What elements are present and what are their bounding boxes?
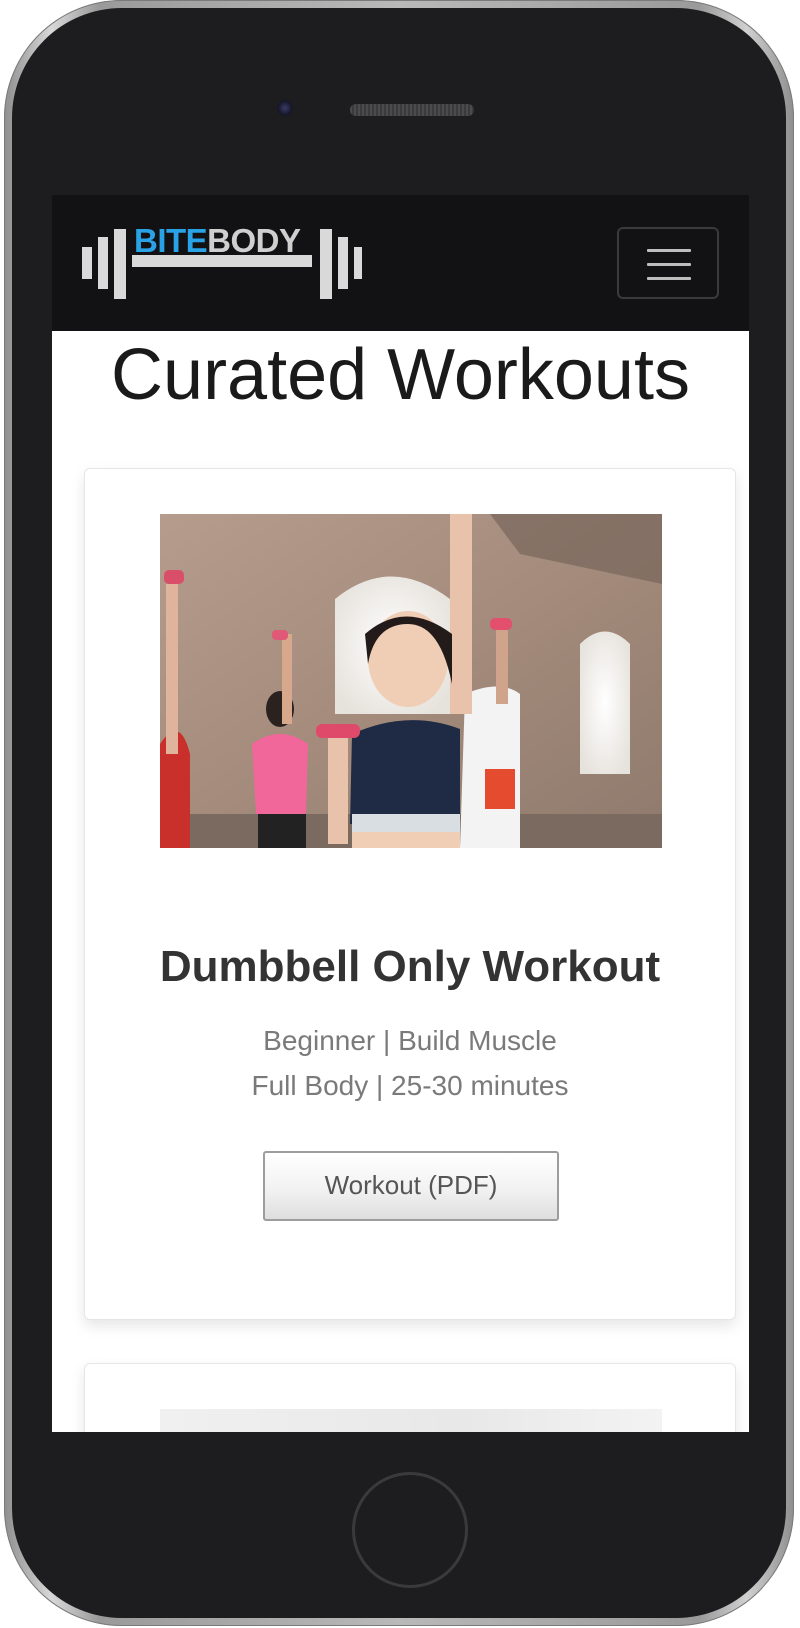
workout-meta-focus-duration: Full Body | 25-30 minutes bbox=[251, 1070, 569, 1101]
workout-meta-level-goal: Beginner | Build Muscle bbox=[263, 1025, 557, 1056]
workout-pdf-button[interactable]: Workout (PDF) bbox=[263, 1151, 559, 1221]
logo-text: BITEBODY bbox=[134, 221, 301, 261]
hamburger-menu-button[interactable] bbox=[617, 227, 719, 299]
home-button[interactable] bbox=[352, 1472, 468, 1588]
earpiece-speaker bbox=[350, 104, 474, 116]
workout-card-next bbox=[84, 1363, 736, 1432]
phone-screen: BITEBODY Curated Workouts Dumbbell Only … bbox=[52, 195, 749, 1432]
front-camera bbox=[277, 100, 293, 116]
workout-title: Dumbbell Only Workout bbox=[159, 942, 661, 991]
workout-card: Dumbbell Only Workout Beginner | Build M… bbox=[84, 468, 736, 1320]
workout-image bbox=[160, 514, 662, 848]
navbar: BITEBODY bbox=[52, 195, 749, 331]
logo-text-bite: BITE bbox=[134, 222, 208, 259]
logo-text-body: BODY bbox=[207, 222, 301, 259]
bitebody-logo[interactable]: BITEBODY bbox=[82, 221, 362, 311]
page-title: Curated Workouts bbox=[111, 335, 690, 415]
workout-image-next bbox=[160, 1409, 662, 1432]
women-exercising-with-pink-dumbbells-photo bbox=[160, 514, 662, 848]
